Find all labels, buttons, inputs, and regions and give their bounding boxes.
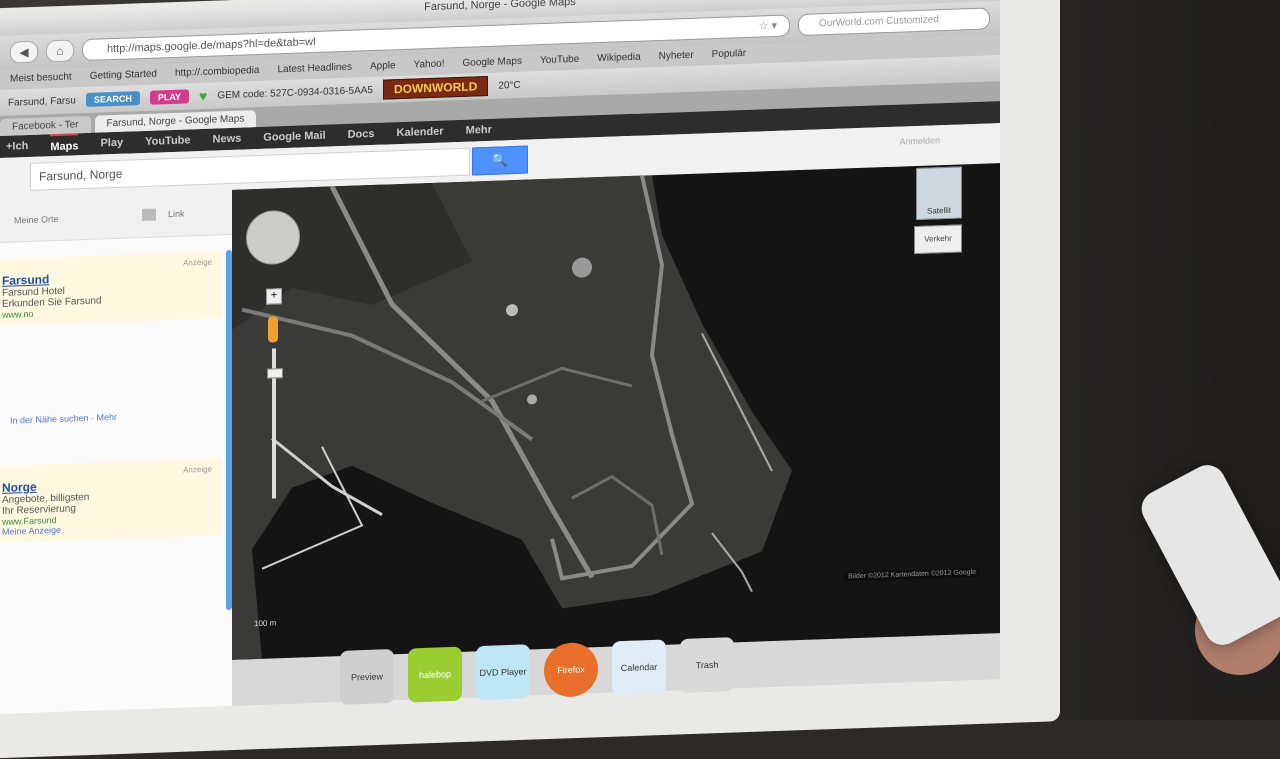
map-imagery — [232, 175, 792, 660]
dock-item-halebop[interactable]: halebop — [408, 646, 462, 703]
search-button[interactable]: 🔍 — [472, 145, 528, 176]
bookmark[interactable]: Nyheter — [659, 46, 694, 67]
gbar-item[interactable]: Mehr — [466, 119, 492, 142]
heart-icon[interactable]: ♥ — [199, 88, 207, 104]
bookmark[interactable]: Latest Headlines — [277, 58, 352, 81]
bookmark[interactable]: Yahoo! — [414, 54, 445, 75]
gbar-item[interactable]: Play — [100, 132, 123, 155]
gbar-item[interactable]: +Ich — [6, 135, 28, 158]
home-icon[interactable]: ⌂ — [46, 39, 74, 63]
dock-item-preview[interactable]: Preview — [340, 648, 394, 705]
bookmark[interactable]: Apple — [370, 56, 396, 77]
bookmark[interactable]: Google Maps — [463, 52, 522, 74]
scale-bar: 100 m — [254, 618, 277, 629]
brand-logo: DOWNWORLD — [382, 75, 489, 100]
temperature: 20°C — [498, 79, 521, 92]
search-icon: 🔍 — [491, 152, 509, 168]
content: Meine Orte Link Anzeige Farsund Farsund … — [0, 163, 1000, 715]
ad-result: Anzeige Farsund Farsund Hotel Erkunden S… — [0, 251, 222, 326]
bookmark[interactable]: Meist besucht — [10, 67, 72, 89]
zoom-slider-thumb[interactable] — [267, 368, 283, 379]
gem-code: GEM code: 527C-0934-0316-5AA5 — [217, 84, 373, 101]
location-field[interactable]: Farsund, Farsu — [8, 95, 76, 108]
screen: Farsund, Norge - Google Maps ◀ ⌂ http://… — [0, 0, 1000, 715]
link-button[interactable]: Link — [168, 209, 185, 220]
gbar-item[interactable]: Docs — [348, 123, 375, 146]
satellite-map[interactable]: + Satellit Verkehr 100 m Bilder ©2012 Ka… — [232, 163, 1000, 660]
map-type-traffic[interactable]: Verkehr — [914, 224, 962, 255]
sidebar-header: Meine Orte Link — [0, 189, 232, 243]
my-places-link[interactable]: Meine Orte — [14, 214, 59, 226]
url-text: http://maps.google.de/maps?hl=de&tab=wl — [107, 35, 316, 56]
bookmark[interactable]: http://.combiopedia — [175, 61, 260, 84]
ad-result: Anzeige Norge Angebote, billigsten Ihr R… — [0, 458, 222, 543]
ad-label: Anzeige — [183, 464, 212, 475]
pegman-icon[interactable] — [268, 316, 278, 343]
gbar-item[interactable]: Google Mail — [263, 125, 325, 149]
print-icon[interactable] — [142, 208, 156, 222]
dock-item-calendar[interactable]: Calendar — [612, 639, 666, 696]
play-chip[interactable]: PLAY — [149, 89, 190, 105]
gbar-item-maps[interactable]: Maps — [50, 133, 79, 157]
back-button[interactable]: ◀ — [10, 40, 38, 64]
dock-item-trash[interactable]: Trash — [680, 637, 734, 694]
gbar-item[interactable]: News — [213, 128, 242, 151]
zoom-in-button[interactable]: + — [266, 288, 282, 305]
ad-label: Anzeige — [183, 257, 212, 268]
star-icon[interactable]: ☆ ▾ — [759, 16, 777, 37]
gbar-item[interactable]: YouTube — [145, 129, 190, 153]
dock-item-firefox[interactable]: Firefox — [544, 641, 598, 698]
bookmark[interactable]: Getting Started — [90, 65, 157, 87]
bookmark[interactable]: YouTube — [540, 50, 579, 71]
map-type-satellite[interactable]: Satellit — [916, 166, 962, 221]
sign-in-link[interactable]: Anmelden — [899, 135, 940, 146]
dock-item-dvd[interactable]: DVD Player — [476, 644, 530, 701]
nearby-link[interactable]: In der Nähe suchen · Mehr — [10, 408, 232, 426]
bookmark[interactable]: Wikipedia — [597, 48, 640, 70]
gbar-item[interactable]: Kalender — [397, 121, 444, 145]
bookmark[interactable]: Populär — [712, 44, 746, 65]
sidebar: Meine Orte Link Anzeige Farsund Farsund … — [0, 189, 232, 715]
search-chip[interactable]: SEARCH — [85, 91, 140, 108]
search-box[interactable]: OurWorld.com Customized — [798, 7, 990, 37]
